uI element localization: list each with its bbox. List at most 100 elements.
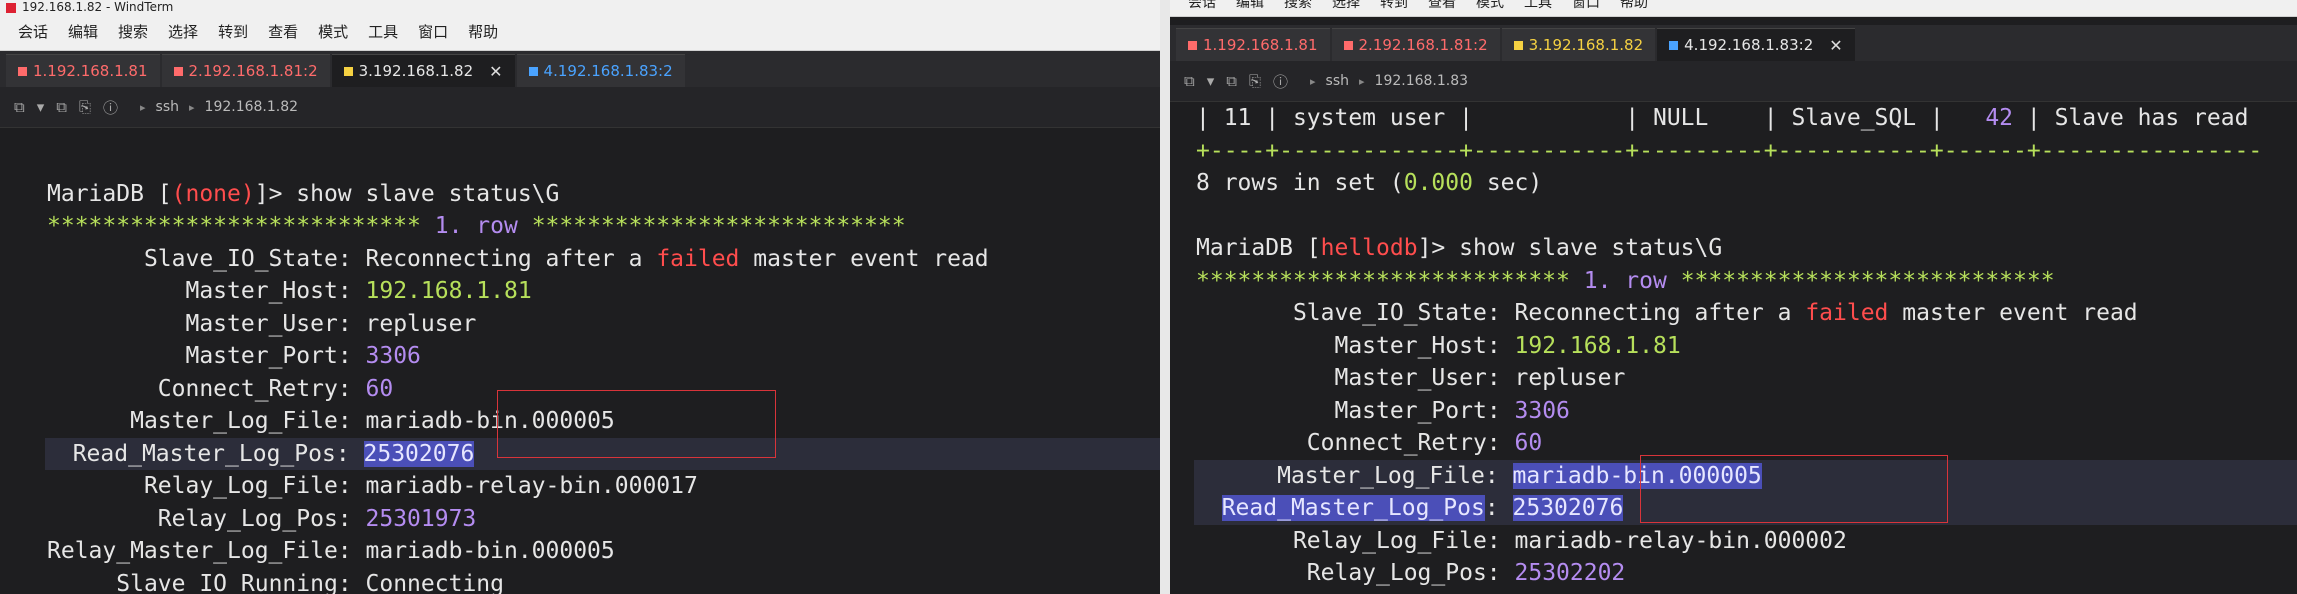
- menu-item[interactable]: 搜索: [1274, 0, 1322, 10]
- app-icon: [6, 2, 16, 13]
- punctuation: [47, 246, 144, 272]
- menu-item[interactable]: 转到: [208, 23, 258, 41]
- menu-item[interactable]: 窗口: [1562, 0, 1610, 10]
- info-icon[interactable]: ⓘ: [103, 97, 118, 118]
- field-row: Slave_IO_State: Reconnecting after a fai…: [47, 243, 1160, 276]
- banner-stars: ***************************: [531, 213, 906, 239]
- field-row: Relay_Log_Pos: 25302202: [1196, 557, 2297, 590]
- tab-label: 3.192.168.1.82: [358, 62, 474, 80]
- menu-item[interactable]: 编辑: [1226, 0, 1274, 10]
- prompt-database: (none): [171, 180, 255, 207]
- menu-item[interactable]: 选择: [158, 23, 208, 41]
- terminal-output[interactable]: MariaDB [(none)]> show slave status\G ***…: [0, 128, 1160, 594]
- menu-item[interactable]: 帮助: [458, 23, 508, 41]
- field-value: 3306: [1514, 397, 1570, 424]
- banner-stars: ***************************: [1680, 267, 2055, 294]
- menu-item[interactable]: 工具: [1514, 0, 1562, 10]
- field-name: Connect_Retry: [157, 375, 338, 402]
- menu-item[interactable]: 模式: [1466, 0, 1514, 10]
- menu-item[interactable]: 选择: [1322, 0, 1370, 10]
- tab[interactable]: 3.192.168.1.82 ✕: [331, 54, 515, 87]
- breadcrumb-host[interactable]: 192.168.1.82: [205, 99, 299, 115]
- info-icon[interactable]: ⓘ: [1273, 71, 1288, 92]
- prompt-database: hellodb: [1320, 235, 1418, 261]
- chevron-right-icon: ▸: [140, 100, 146, 114]
- banner-label: 1. row: [1583, 267, 1667, 294]
- prompt-suffix: ]>: [1417, 235, 1460, 261]
- menu-item[interactable]: 会话: [1178, 0, 1226, 10]
- punctuation: :: [335, 440, 364, 467]
- field-row: Master_User: repluser: [1196, 362, 2297, 395]
- menu-item[interactable]: 编辑: [58, 23, 108, 41]
- punctuation: [47, 473, 144, 499]
- tab[interactable]: 4.192.168.1.83:2: [516, 54, 685, 87]
- breadcrumb-protocol[interactable]: ssh: [1326, 73, 1349, 89]
- tab-label: 1.192.168.1.81: [1203, 36, 1318, 54]
- duplicate-icon[interactable]: ⧉: [56, 98, 67, 116]
- duplicate-icon[interactable]: ⧉: [1226, 72, 1237, 90]
- tab-bar: 1.192.168.1.81 2.192.168.1.81:2 3.192.168.…: [1170, 25, 2297, 61]
- menu-item[interactable]: 模式: [308, 23, 358, 41]
- punctuation: :: [337, 343, 366, 369]
- punctuation: :: [337, 538, 366, 564]
- punctuation: [47, 506, 158, 532]
- breadcrumb-protocol[interactable]: ssh: [156, 99, 179, 115]
- menu-item[interactable]: 窗口: [408, 23, 458, 41]
- menu-item[interactable]: 查看: [258, 23, 308, 41]
- punctuation: :: [337, 278, 366, 304]
- copy-icon[interactable]: ⎘: [1249, 72, 1261, 90]
- terminal-output[interactable]: | 11 | system user | | NULL | Slave_SQL …: [1170, 102, 2297, 590]
- field-name: Relay_Log_Pos: [1306, 560, 1487, 586]
- tab-color-icon: [1343, 40, 1353, 50]
- tab[interactable]: 2.192.168.1.81:2: [161, 54, 330, 87]
- close-icon[interactable]: ✕: [489, 62, 502, 81]
- punctuation: :: [337, 570, 366, 594]
- table-cell: | system user |: [1265, 105, 1473, 131]
- menu-item[interactable]: 帮助: [1610, 0, 1658, 10]
- field-name: Read_Master_Log_Pos: [72, 440, 336, 467]
- table-cell: | 11: [1196, 105, 1266, 131]
- close-icon[interactable]: ✕: [1829, 36, 1842, 55]
- menu-item[interactable]: 搜索: [108, 23, 158, 41]
- tab[interactable]: 2.192.168.1.81:2: [1331, 28, 1500, 61]
- menu-item[interactable]: 工具: [358, 23, 408, 41]
- punctuation: :: [1486, 560, 1515, 586]
- field-name: Slave_IO_State: [1292, 300, 1487, 326]
- field-value: mariadb-bin.000005: [365, 408, 615, 434]
- breadcrumb-host[interactable]: 192.168.1.83: [1375, 73, 1469, 89]
- tab[interactable]: 1.192.168.1.81: [6, 54, 160, 87]
- dropdown-icon[interactable]: ▾: [37, 98, 45, 116]
- punctuation: :: [1486, 430, 1515, 456]
- error-word: failed: [1805, 300, 1889, 326]
- tab-color-icon: [173, 66, 183, 76]
- tab[interactable]: 3.192.168.1.82: [1501, 28, 1656, 61]
- field-value: Reconnecting after a failed master event…: [1514, 300, 2138, 326]
- field-name: Master_Log_File: [1277, 462, 1485, 489]
- toolbar: ⧉ ▾ ⧉ ⎘ ⓘ ▸ ssh ▸ 192.168.1.82: [0, 87, 1160, 128]
- new-session-icon[interactable]: ⧉: [14, 98, 25, 116]
- field-name: Master_Host: [1334, 332, 1487, 359]
- punctuation: [1196, 398, 1334, 424]
- tab[interactable]: 4.192.168.1.83:2 ✕: [1657, 28, 1855, 61]
- prompt-suffix: ]>: [254, 180, 297, 207]
- field-row: Read_Master_Log_Pos: 25302076: [1194, 492, 2297, 525]
- punctuation: [1196, 365, 1334, 391]
- field-row: Master_Log_File: mariadb-bin.000005: [47, 405, 1160, 438]
- field-name: Relay_Master_Log_File: [47, 538, 338, 564]
- row-banner: *************************** 1. row *****…: [1196, 265, 2297, 298]
- field-row: Relay_Log_Pos: 25301973: [47, 503, 1160, 536]
- menu-item[interactable]: 会话: [8, 23, 58, 41]
- copy-icon[interactable]: ⎘: [79, 98, 91, 116]
- dropdown-icon[interactable]: ▾: [1207, 72, 1215, 90]
- field-value: 25301973: [365, 505, 477, 532]
- menu-item[interactable]: 查看: [1418, 0, 1466, 10]
- punctuation: [1196, 528, 1293, 554]
- rows-info-time: 0.000: [1403, 170, 1473, 196]
- tab[interactable]: 1.192.168.1.81: [1176, 28, 1330, 61]
- menu-item[interactable]: 转到: [1370, 0, 1418, 10]
- field-name: Relay_Log_File: [1292, 527, 1487, 554]
- punctuation: [1196, 430, 1307, 456]
- table-cell: | Slave has read: [2026, 105, 2249, 131]
- new-session-icon[interactable]: ⧉: [1184, 72, 1195, 90]
